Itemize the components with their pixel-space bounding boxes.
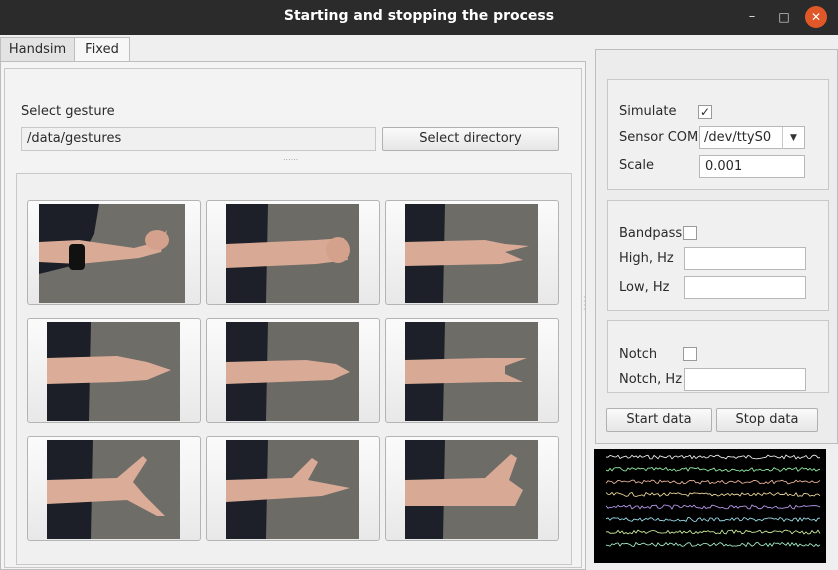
notch-hz-label: Notch, Hz <box>619 372 683 387</box>
tab-fixed[interactable]: Fixed <box>74 37 130 63</box>
gesture-grid <box>16 173 572 565</box>
check-icon: ✓ <box>699 105 711 119</box>
vertical-splitter-handle[interactable]: · · · · <box>583 294 589 314</box>
gesture-tile-8[interactable] <box>206 436 380 541</box>
signal-trace <box>605 541 821 548</box>
gesture-tile-5[interactable] <box>206 318 380 423</box>
gesture-tile-6[interactable] <box>385 318 559 423</box>
gesture-tile-2[interactable] <box>206 200 380 305</box>
gesture-tile-1[interactable] <box>27 200 201 305</box>
hand-two-fingers-gesture-icon <box>405 204 538 303</box>
signal-trace <box>605 529 821 535</box>
sensor-com-value: /dev/ttyS0 <box>704 130 772 145</box>
start-data-button[interactable]: Start data <box>606 408 712 432</box>
stop-data-button[interactable]: Stop data <box>716 408 818 432</box>
signal-trace <box>605 466 821 473</box>
hand-thumb-pinky-gesture-icon <box>47 440 180 539</box>
signal-trace <box>605 517 820 523</box>
gesture-tile-9[interactable] <box>385 436 559 541</box>
tab-label: Handsim <box>8 42 67 57</box>
hand-fist-flat-gesture-icon <box>226 204 359 303</box>
sensor-group: Simulate ✓ Sensor COM /dev/ttyS0 ▼ Scale <box>607 79 829 190</box>
signal-trace <box>605 504 821 510</box>
hand-index-pinky-gesture-icon <box>405 322 538 421</box>
scale-label: Scale <box>619 158 654 173</box>
signal-traces <box>605 454 821 548</box>
settings-panel: Simulate ✓ Sensor COM /dev/ttyS0 ▼ Scale… <box>595 49 838 444</box>
close-icon[interactable]: ✕ <box>805 6 827 28</box>
simulate-checkbox[interactable]: ✓ <box>698 105 712 119</box>
tab-handsim[interactable]: Handsim <box>0 37 75 62</box>
bandpass-group: Bandpass High, Hz Low, Hz <box>607 200 829 311</box>
title-bar: Starting and stopping the process – □ ✕ <box>0 0 838 35</box>
chevron-down-icon: ▼ <box>782 127 804 149</box>
signal-plot <box>594 449 826 563</box>
app-window: Starting and stopping the process – □ ✕ … <box>0 0 838 570</box>
hand-thumb-index-gesture-icon <box>226 440 359 539</box>
signal-trace <box>605 491 821 497</box>
signal-trace <box>605 454 820 460</box>
low-hz-label: Low, Hz <box>619 280 670 295</box>
gesture-tab-panel: Select gesture /data/gestures Select dir… <box>0 61 586 570</box>
high-hz-input[interactable] <box>684 247 806 270</box>
gesture-tile-7[interactable] <box>27 436 201 541</box>
select-directory-button[interactable]: Select directory <box>382 127 559 151</box>
gesture-tile-3[interactable] <box>385 200 559 305</box>
notch-label: Notch <box>619 347 658 362</box>
low-hz-input[interactable] <box>684 276 806 299</box>
tab-label: Fixed <box>85 42 119 57</box>
gesture-tile-4[interactable] <box>27 318 201 423</box>
high-hz-label: High, Hz <box>619 251 674 266</box>
hand-thumb-up-gesture-icon <box>405 440 538 539</box>
gesture-panel: Select gesture /data/gestures Select dir… <box>4 68 582 568</box>
maximize-icon[interactable]: □ <box>773 6 795 28</box>
splitter-handle[interactable]: ...... <box>283 153 298 162</box>
bandpass-label: Bandpass <box>619 226 683 241</box>
minimize-icon[interactable]: – <box>741 6 763 28</box>
hand-open-flat-gesture-icon <box>47 322 180 421</box>
signal-trace <box>605 479 821 485</box>
sensor-com-label: Sensor COM <box>619 130 699 145</box>
notch-group: Notch Notch, Hz <box>607 320 829 393</box>
hand-flat-side-gesture-icon <box>226 322 359 421</box>
sensor-com-select[interactable]: /dev/ttyS0 ▼ <box>699 126 805 149</box>
scale-input[interactable] <box>699 155 805 178</box>
hand-fist-gesture-icon <box>39 204 185 303</box>
window-title: Starting and stopping the process <box>283 8 555 24</box>
select-gesture-label: Select gesture <box>21 104 115 119</box>
notch-checkbox[interactable] <box>683 347 697 361</box>
directory-path-field[interactable]: /data/gestures <box>21 127 376 151</box>
simulate-label: Simulate <box>619 104 677 119</box>
bandpass-checkbox[interactable] <box>683 226 697 240</box>
notch-hz-input[interactable] <box>684 368 806 391</box>
